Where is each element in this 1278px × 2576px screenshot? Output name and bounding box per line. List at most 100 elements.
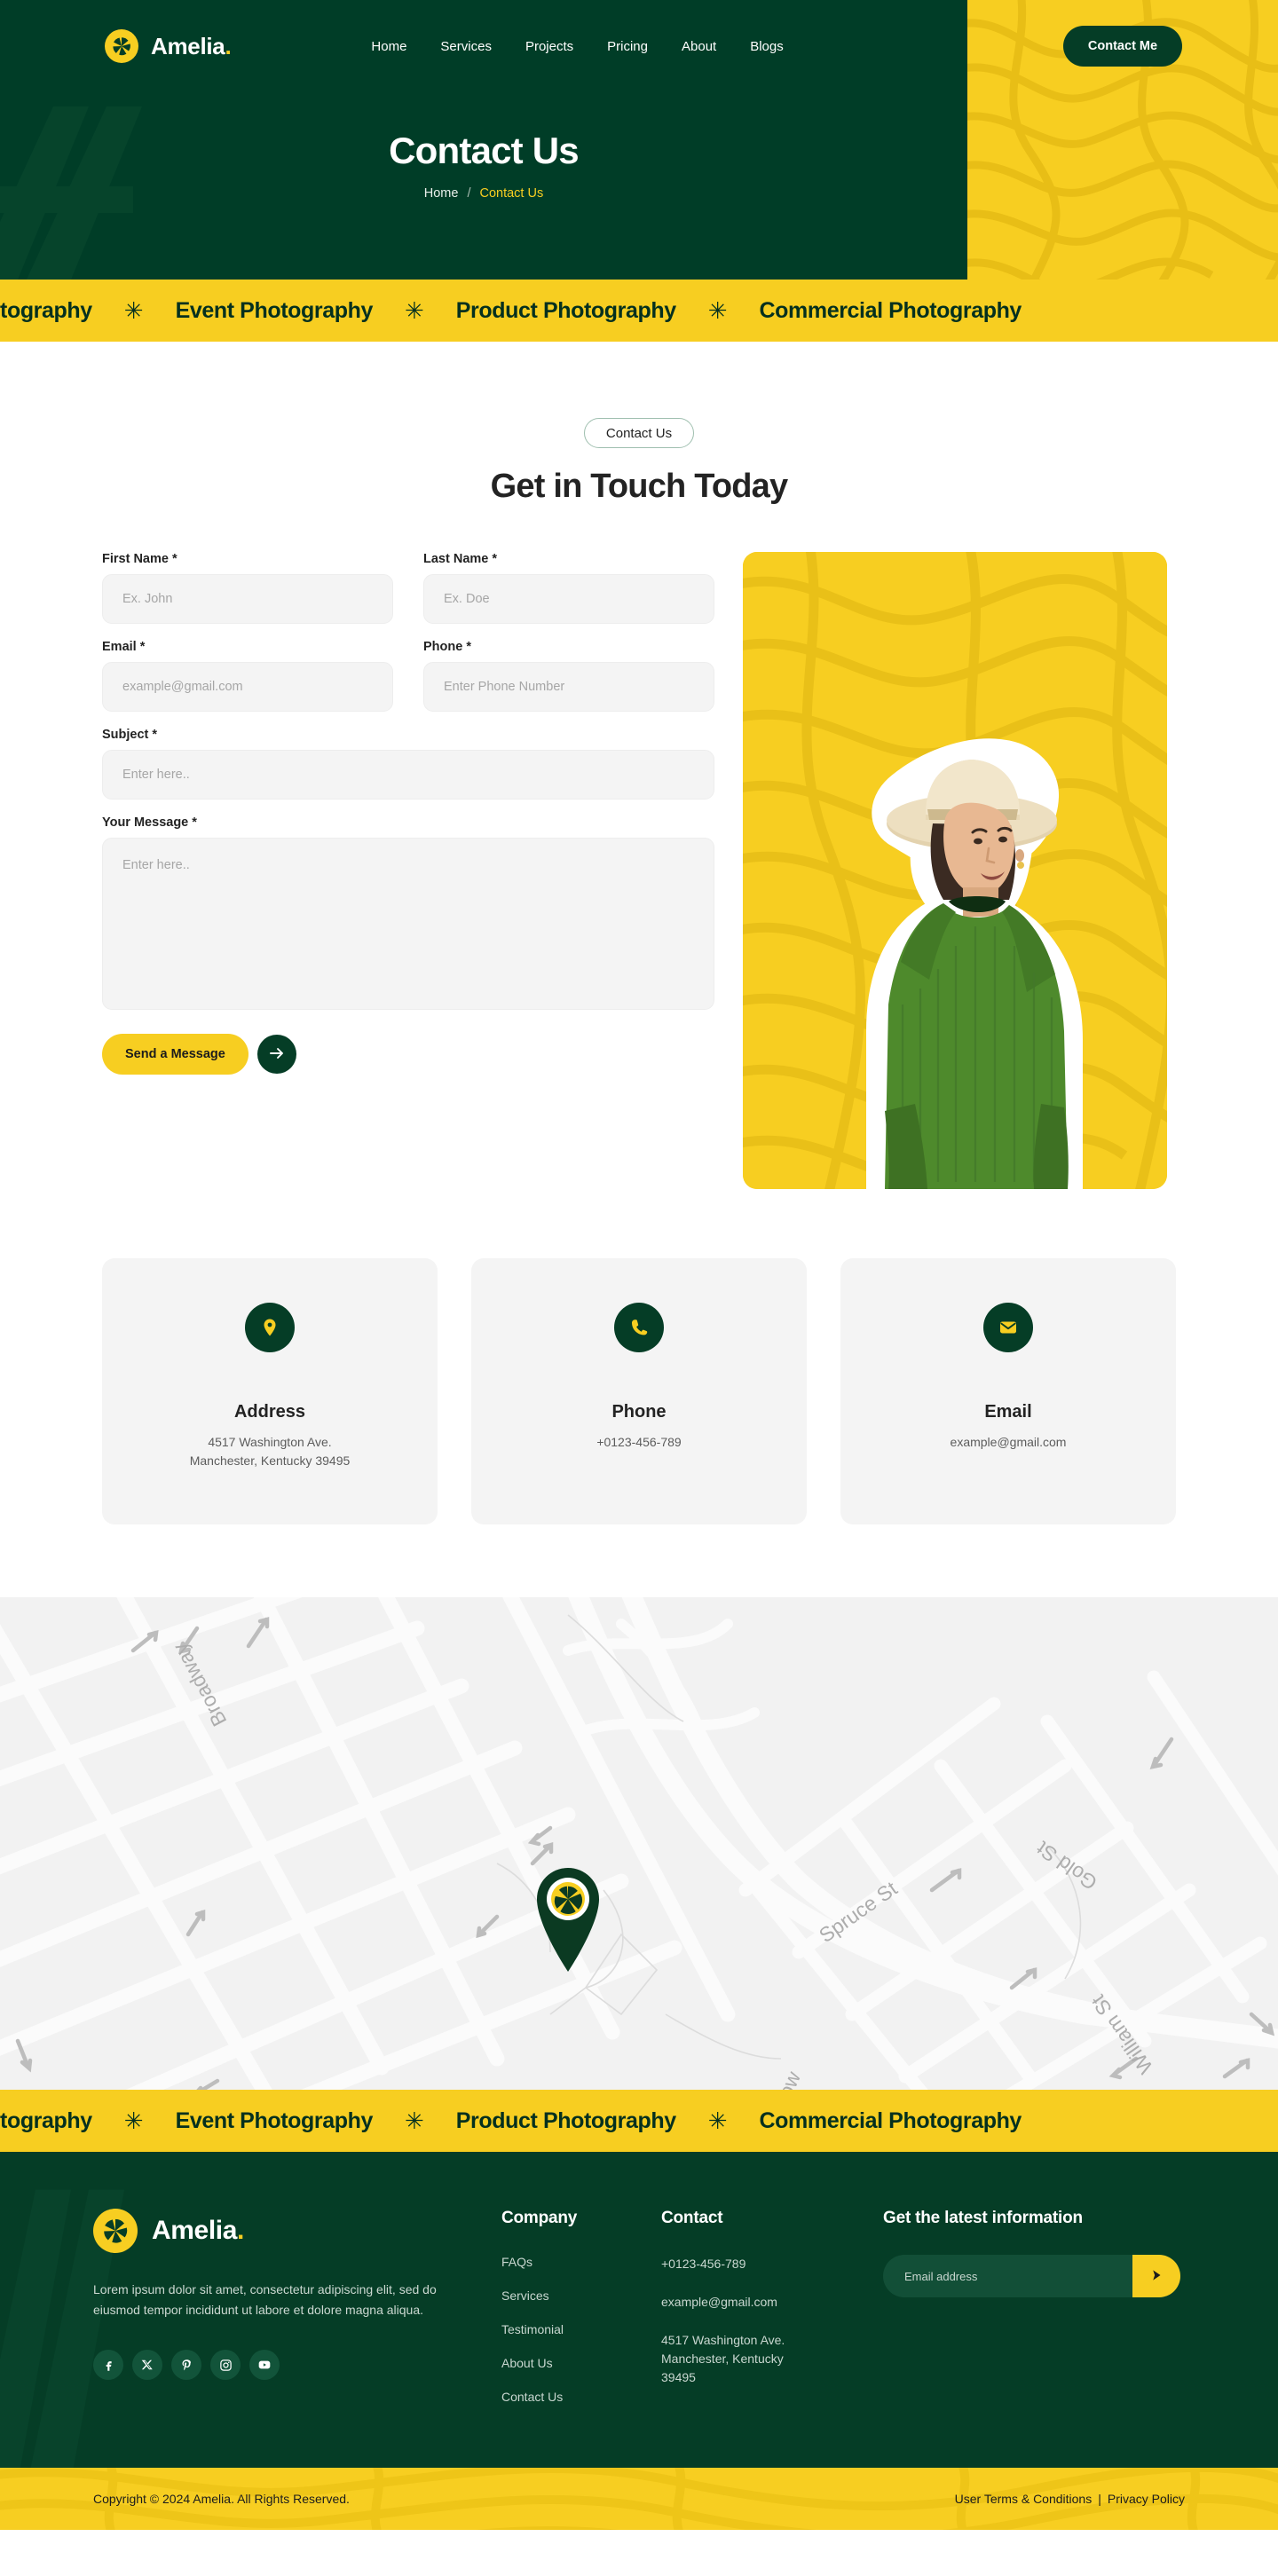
contact-grid: First Name * Last Name * Email * Phone * (102, 552, 1176, 1189)
aperture-icon (105, 29, 138, 63)
send-arrow-button[interactable] (256, 1035, 296, 1074)
last-name-label: Last Name * (423, 552, 498, 566)
card-line-1: example@gmail.com (950, 1435, 1067, 1449)
footer-email[interactable]: example@gmail.com (661, 2293, 883, 2312)
subject-input[interactable] (102, 750, 714, 800)
brand-name: Amelia. (151, 32, 232, 59)
location-map[interactable]: Leonard St North St Meade St Chambers St… (0, 1597, 1278, 2090)
card-line-1: +0123-456-789 (596, 1435, 682, 1449)
footer-link-testimonial[interactable]: Testimonial (501, 2322, 661, 2336)
first-name-label: First Name * (102, 552, 178, 566)
message-textarea[interactable] (102, 838, 714, 1010)
youtube-icon[interactable] (249, 2350, 280, 2381)
footer-phone[interactable]: +0123-456-789 (661, 2255, 883, 2273)
marquee-track: Photography ✳ Event Photography ✳ Produc… (0, 2108, 1045, 2134)
envelope-icon (983, 1303, 1033, 1352)
footer-company-column: Company FAQs Services Testimonial About … (501, 2209, 661, 2404)
email-input[interactable] (102, 662, 393, 712)
copyright-inner: Copyright © 2024 Amelia. All Rights Rese… (93, 2468, 1185, 2530)
phone-field: Phone * (423, 640, 714, 712)
footer-link-faqs[interactable]: FAQs (501, 2255, 661, 2269)
contact-photo (743, 552, 1167, 1189)
message-label: Your Message * (102, 815, 197, 830)
subject-field: Subject * (102, 728, 714, 800)
photographer-portrait (866, 738, 1083, 1189)
asterisk-icon: ✳ (404, 297, 424, 324)
section-title: Get in Touch Today (490, 468, 788, 505)
instagram-icon[interactable] (210, 2350, 241, 2381)
page-title: Contact Us (389, 130, 580, 171)
footer-newsletter-column: Get the latest information (883, 2209, 1185, 2404)
nav-item-projects[interactable]: Projects (525, 39, 573, 54)
nav-item-home[interactable]: Home (371, 39, 406, 54)
card-title: Phone (611, 1402, 667, 1422)
hero-section: Amelia. Home Services Projects Pricing A… (0, 0, 1278, 280)
phone-icon (614, 1303, 664, 1352)
marquee-item: Event Photography (175, 297, 374, 323)
footer-brand-column: Amelia. Lorem ipsum dolor sit amet, cons… (93, 2209, 501, 2404)
contact-row: Email * Phone * (102, 640, 714, 728)
services-marquee-top: Photography ✳ Event Photography ✳ Produc… (0, 280, 1278, 342)
last-name-input[interactable] (423, 574, 714, 624)
footer-brand-name: Amelia. (152, 2216, 244, 2245)
contact-form: First Name * Last Name * Email * Phone * (102, 552, 714, 1075)
nav-item-about[interactable]: About (682, 39, 716, 54)
nav-item-blogs[interactable]: Blogs (750, 39, 784, 54)
legal-divider: | (1098, 2492, 1101, 2506)
card-line-2: Manchester, Kentucky 39495 (189, 1453, 351, 1468)
newsletter-form (883, 2255, 1180, 2297)
email-field: Email * (102, 640, 393, 712)
contact-me-button[interactable]: Contact Me (1062, 26, 1183, 67)
hero-body: Contact Us Home / Contact Us (0, 92, 967, 201)
main-navigation: Amelia. Home Services Projects Pricing A… (0, 0, 1278, 92)
asterisk-icon: ✳ (707, 297, 728, 324)
newsletter-submit-button[interactable] (1132, 2255, 1180, 2297)
arrow-right-icon (268, 1044, 286, 1065)
marquee-track: Photography ✳ Event Photography ✳ Produc… (0, 298, 1045, 324)
footer-content: Amelia. Lorem ipsum dolor sit amet, cons… (93, 2152, 1185, 2468)
name-row: First Name * Last Name * (102, 552, 714, 640)
footer-logo[interactable]: Amelia. (93, 2209, 501, 2253)
location-pin-icon (245, 1303, 295, 1352)
services-marquee-bottom: Photography ✳ Event Photography ✳ Produc… (0, 2090, 1278, 2152)
marquee-item: Product Photography (455, 297, 676, 323)
footer-link-contact-us[interactable]: Contact Us (501, 2390, 661, 2404)
subject-label: Subject * (102, 728, 158, 742)
section-badge: Contact Us (583, 418, 695, 448)
marquee-item: Commercial Photography (759, 2107, 1022, 2133)
pinterest-icon[interactable] (171, 2350, 201, 2381)
first-name-input[interactable] (102, 574, 393, 624)
card-line-1: 4517 Washington Ave. (208, 1435, 332, 1449)
send-arrow-icon (1148, 2267, 1164, 2286)
facebook-icon[interactable] (93, 2350, 123, 2381)
asterisk-icon: ✳ (707, 2107, 728, 2134)
footer-company-links: FAQs Services Testimonial About Us Conta… (501, 2255, 661, 2404)
nav-item-services[interactable]: Services (440, 39, 492, 54)
marquee-item: Photography (0, 297, 92, 323)
aperture-icon (93, 2209, 138, 2253)
section-heading: Contact Us Get in Touch Today (0, 418, 1278, 506)
marquee-item: Product Photography (455, 2107, 676, 2133)
phone-card: Phone +0123-456-789 (471, 1258, 807, 1524)
privacy-link[interactable]: Privacy Policy (1108, 2492, 1185, 2506)
breadcrumb: Home / Contact Us (0, 186, 967, 201)
legal-links: User Terms & Conditions | Privacy Policy (955, 2492, 1185, 2506)
brand-logo[interactable]: Amelia. (105, 29, 232, 63)
send-message-button[interactable]: Send a Message (102, 1034, 248, 1075)
breadcrumb-home[interactable]: Home (424, 186, 459, 201)
footer-link-about-us[interactable]: About Us (501, 2356, 661, 2370)
header-cta-wrap: Contact Me (967, 26, 1278, 67)
footer-link-services[interactable]: Services (501, 2288, 661, 2303)
phone-input[interactable] (423, 662, 714, 712)
copyright-text: Copyright © 2024 Amelia. All Rights Rese… (93, 2492, 350, 2506)
footer-address-line-2: Manchester, Kentucky (661, 2351, 784, 2366)
terms-link[interactable]: User Terms & Conditions (955, 2492, 1093, 2506)
nav-item-pricing[interactable]: Pricing (607, 39, 648, 54)
asterisk-icon: ✳ (123, 2107, 144, 2134)
asterisk-icon: ✳ (123, 297, 144, 324)
contact-section: Contact Us Get in Touch Today First Name… (0, 342, 1278, 1524)
contact-info-cards: Address 4517 Washington Ave. Manchester,… (102, 1258, 1176, 1524)
site-footer: Amelia. Lorem ipsum dolor sit amet, cons… (0, 2152, 1278, 2530)
newsletter-email-input[interactable] (883, 2255, 1132, 2297)
x-twitter-icon[interactable] (132, 2350, 162, 2381)
